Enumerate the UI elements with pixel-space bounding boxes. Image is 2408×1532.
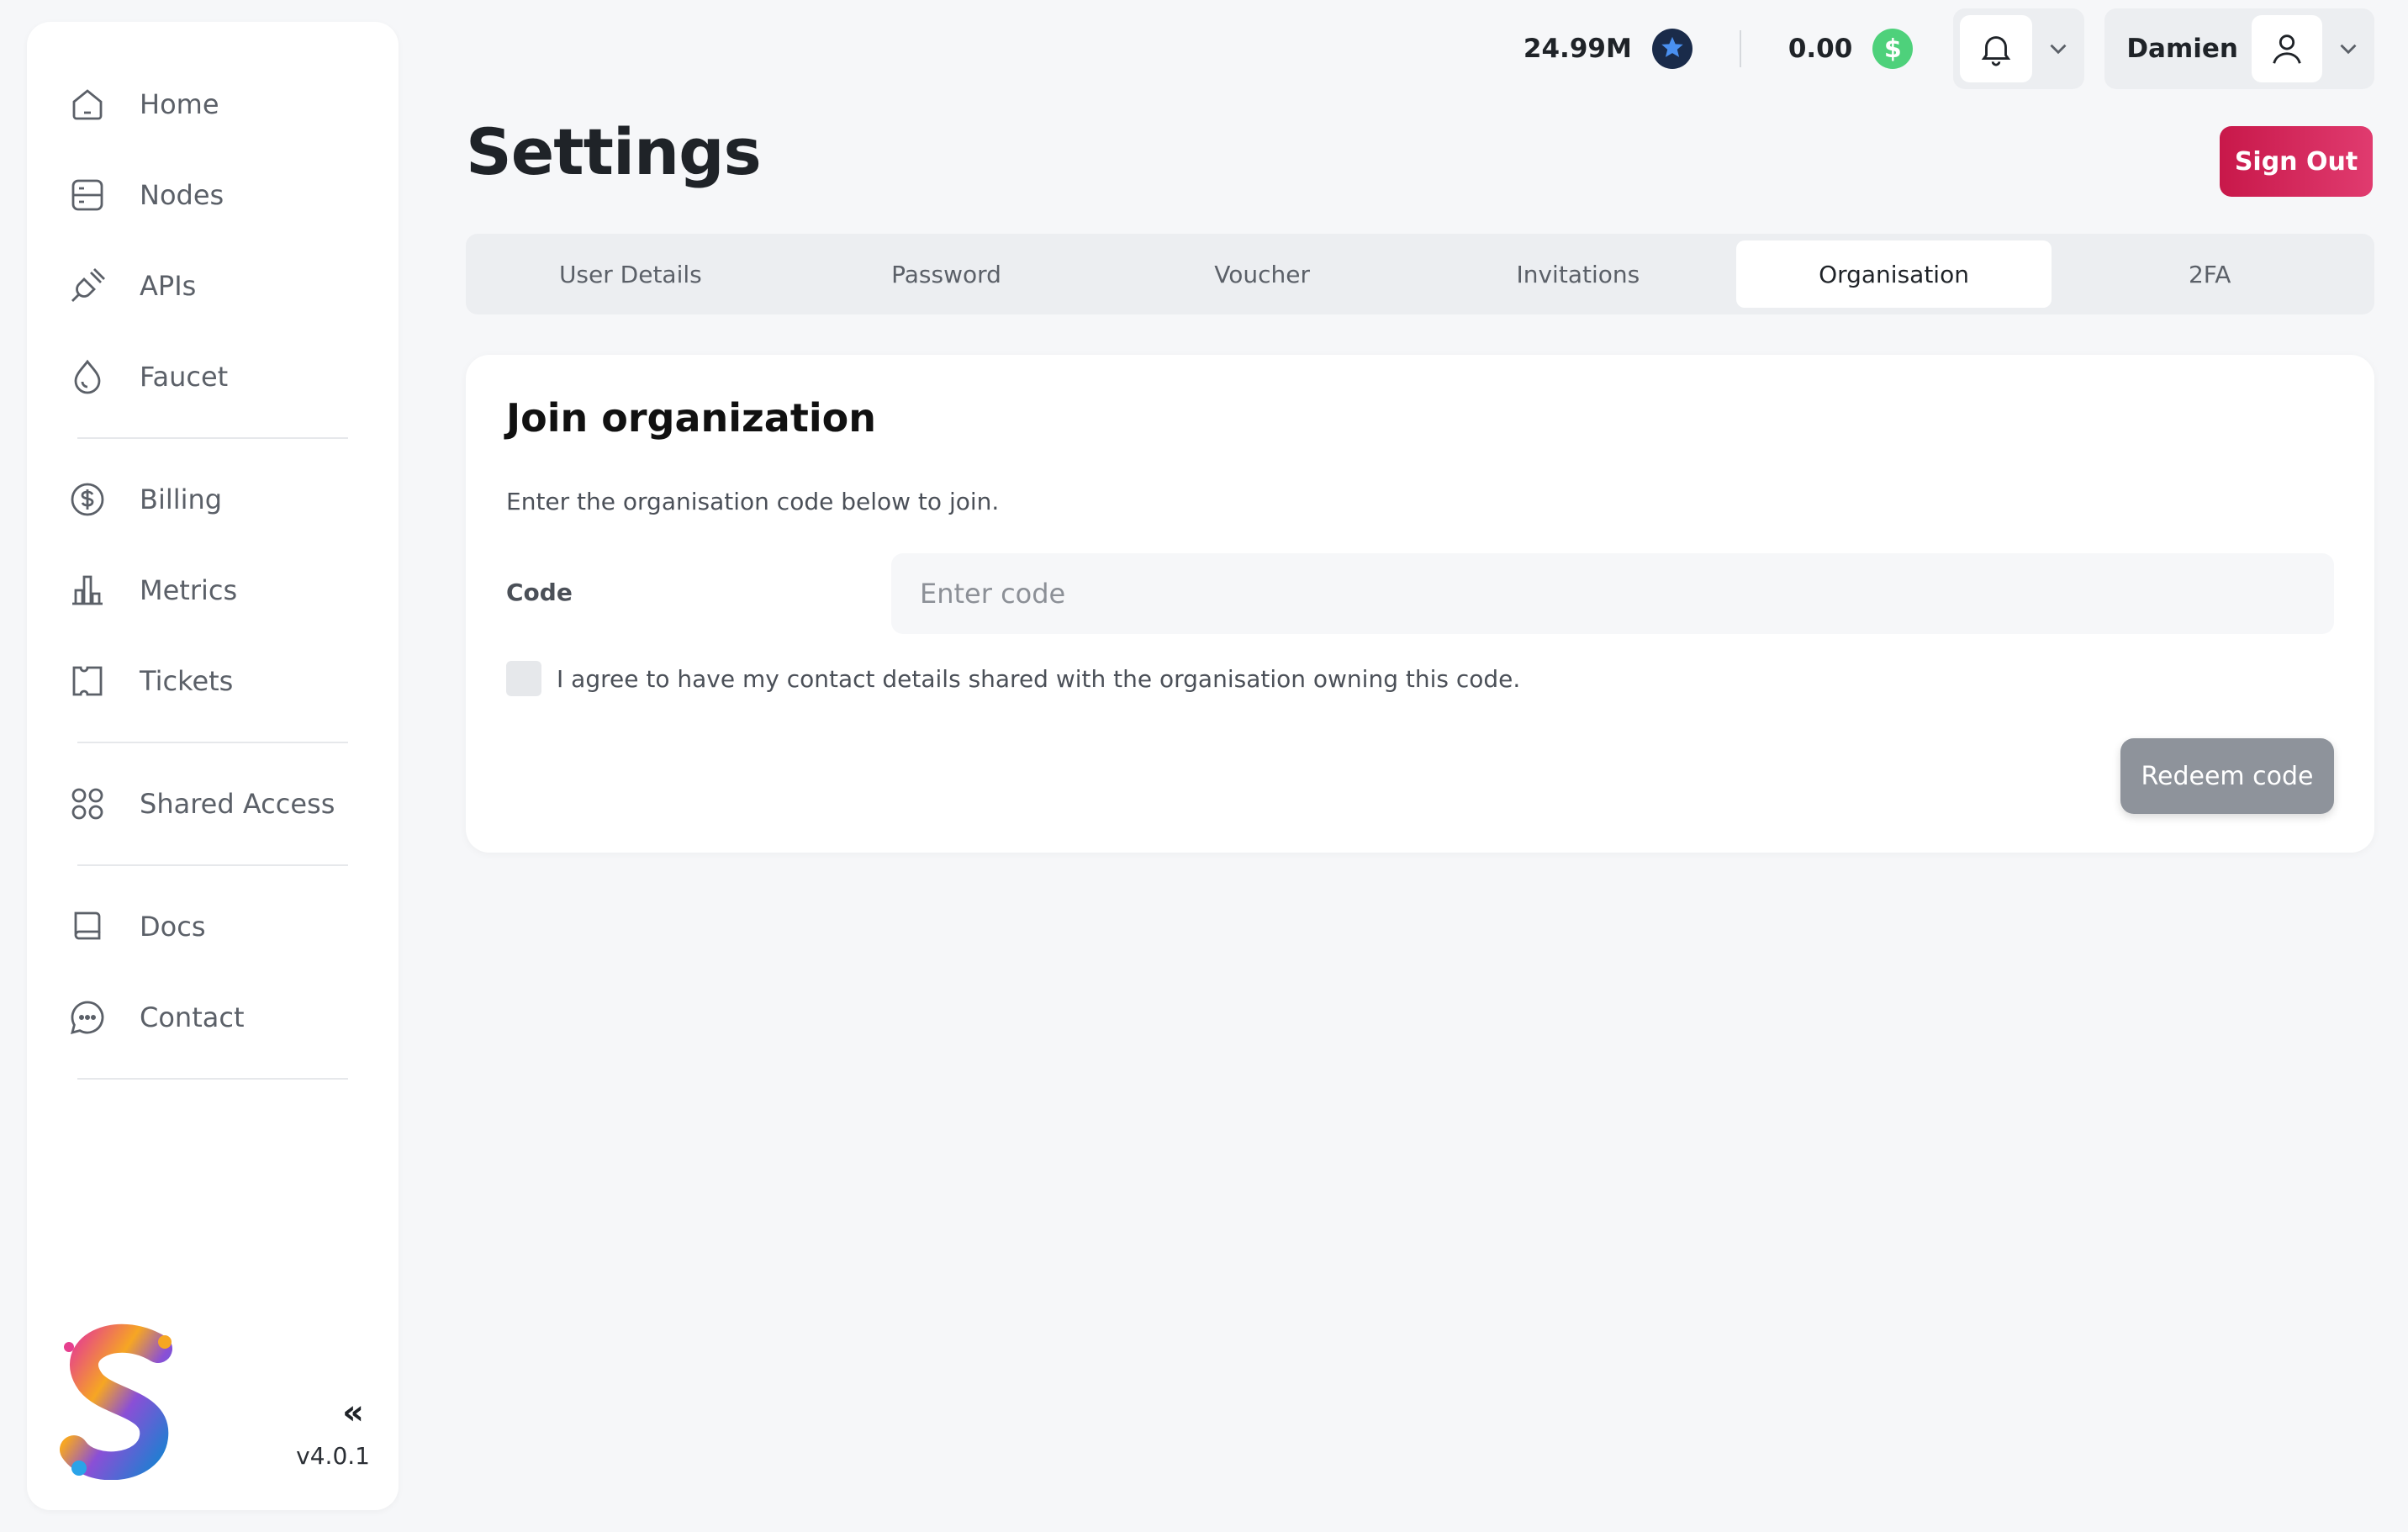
sidebar-item-label: Docs bbox=[140, 911, 206, 943]
sidebar: Home Nodes APIs Faucet Billing Metrics T… bbox=[27, 22, 399, 1510]
sidebar-item-label: Contact bbox=[140, 1001, 245, 1033]
avatar[interactable] bbox=[2252, 15, 2322, 82]
nav-divider bbox=[77, 437, 348, 439]
sidebar-item-label: Faucet bbox=[140, 361, 229, 393]
sidebar-item-tickets[interactable]: Tickets bbox=[67, 636, 348, 726]
sidebar-item-label: Home bbox=[140, 88, 219, 120]
star-coin-icon bbox=[1651, 29, 1692, 69]
server-icon bbox=[71, 179, 103, 211]
sidebar-item-label: Tickets bbox=[140, 665, 234, 697]
tab-organisation[interactable]: Organisation bbox=[1735, 240, 2052, 308]
app-version: v4.0.1 bbox=[296, 1442, 370, 1470]
nav-divider bbox=[77, 1078, 348, 1080]
join-organization-card: Join organization Enter the organisation… bbox=[466, 355, 2374, 853]
sidebar-item-apis[interactable]: APIs bbox=[67, 240, 348, 331]
collapse-sidebar-icon[interactable]: « bbox=[336, 1393, 370, 1432]
ticket-icon bbox=[72, 666, 103, 696]
tab-voucher[interactable]: Voucher bbox=[1104, 240, 1420, 308]
nav-divider bbox=[77, 742, 348, 743]
dollar-balance: 0.00 $ bbox=[1788, 29, 1914, 69]
sign-out-button[interactable]: Sign Out bbox=[2220, 126, 2373, 197]
sidebar-item-billing[interactable]: Billing bbox=[67, 454, 348, 545]
notifications-button[interactable] bbox=[1960, 15, 2033, 82]
sidebar-item-faucet[interactable]: Faucet bbox=[67, 331, 348, 422]
sidebar-item-label: Shared Access bbox=[140, 788, 335, 820]
nav-group-main: Home Nodes APIs Faucet bbox=[27, 59, 399, 422]
page-title: Settings bbox=[466, 114, 762, 189]
agree-label: I agree to have my contact details share… bbox=[557, 664, 1521, 693]
sidebar-item-label: APIs bbox=[140, 270, 197, 302]
grid-circles-icon bbox=[71, 788, 103, 820]
tab-2fa[interactable]: 2FA bbox=[2052, 240, 2368, 308]
topbar: 24.99M 0.00 $ Damien bbox=[1523, 8, 2374, 89]
sidebar-item-docs[interactable]: Docs bbox=[67, 881, 348, 972]
user-name: Damien bbox=[2126, 34, 2238, 64]
chevron-down-icon[interactable] bbox=[2044, 34, 2073, 63]
bell-icon bbox=[1982, 36, 2011, 66]
nav-divider bbox=[77, 864, 348, 866]
chevron-down-icon[interactable] bbox=[2334, 34, 2363, 63]
code-label: Code bbox=[506, 578, 573, 606]
dollar-coin-icon: $ bbox=[1872, 29, 1914, 69]
credits-balance: 24.99M bbox=[1523, 29, 1692, 69]
sidebar-item-shared-access[interactable]: Shared Access bbox=[67, 758, 348, 849]
sidebar-item-label: Billing bbox=[140, 483, 223, 515]
app-root: Home Nodes APIs Faucet Billing Metrics T… bbox=[0, 0, 2408, 1532]
app-logo bbox=[60, 1323, 172, 1480]
credits-value: 24.99M bbox=[1523, 34, 1632, 64]
user-menu[interactable]: Damien bbox=[2104, 8, 2374, 89]
notifications-menu[interactable] bbox=[1953, 8, 2085, 89]
topbar-divider bbox=[1739, 30, 1741, 67]
book-icon bbox=[74, 911, 101, 940]
plug-icon bbox=[71, 268, 105, 302]
home-icon bbox=[72, 89, 103, 120]
balance-value: 0.00 bbox=[1788, 34, 1853, 64]
nav-group-shared: Shared Access bbox=[27, 758, 399, 849]
tab-password[interactable]: Password bbox=[789, 240, 1105, 308]
agree-row: I agree to have my contact details share… bbox=[506, 661, 1520, 696]
tab-invitations[interactable]: Invitations bbox=[1420, 240, 1736, 308]
drop-icon bbox=[74, 359, 101, 394]
sidebar-item-label: Metrics bbox=[140, 574, 238, 606]
tab-user-details[interactable]: User Details bbox=[473, 240, 789, 308]
sidebar-item-home[interactable]: Home bbox=[67, 59, 348, 150]
code-input[interactable] bbox=[891, 553, 2334, 634]
sidebar-item-metrics[interactable]: Metrics bbox=[67, 545, 348, 636]
sidebar-item-label: Nodes bbox=[140, 179, 224, 211]
nav-group-help: Docs Contact bbox=[27, 881, 399, 1063]
card-description: Enter the organisation code below to joi… bbox=[506, 488, 1000, 515]
nav-group-account: Billing Metrics Tickets bbox=[27, 454, 399, 726]
dollar-circle-icon bbox=[71, 483, 104, 516]
chat-bubble-icon bbox=[71, 1001, 104, 1034]
user-icon bbox=[2273, 34, 2301, 64]
redeem-code-button[interactable]: Redeem code bbox=[2120, 738, 2334, 814]
settings-tabs: User Details Password Voucher Invitation… bbox=[466, 234, 2374, 314]
sidebar-item-contact[interactable]: Contact bbox=[67, 972, 348, 1063]
agree-checkbox[interactable] bbox=[506, 661, 541, 696]
card-title: Join organization bbox=[506, 395, 876, 441]
sidebar-item-nodes[interactable]: Nodes bbox=[67, 150, 348, 240]
bar-chart-icon bbox=[72, 575, 103, 605]
